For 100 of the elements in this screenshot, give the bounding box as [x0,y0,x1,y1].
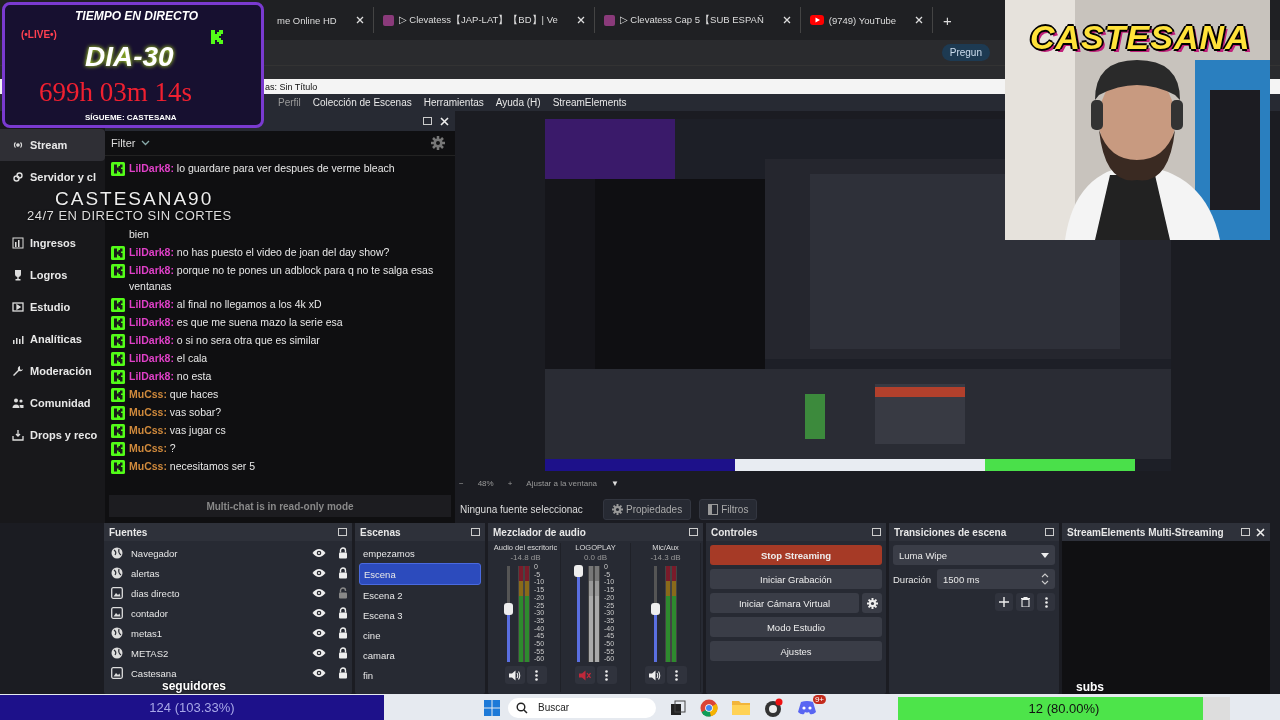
lock-icon[interactable] [338,547,348,559]
scene-item[interactable]: fin [359,665,481,685]
lock-icon[interactable] [338,607,348,619]
mute-button[interactable] [644,666,665,684]
volume-slider[interactable] [506,566,510,662]
lock-icon[interactable] [338,647,348,659]
source-item[interactable]: metas1 [108,623,348,643]
scene-item[interactable]: Escena 3 [359,605,481,625]
source-item[interactable]: contador [108,603,348,623]
fit-dropdown[interactable]: Ajustar a la ventana [526,478,598,488]
chat-app-icon[interactable] [798,700,816,715]
chat-message: MuCss: vas jugar cs [129,423,226,438]
more-button[interactable] [526,666,547,684]
scene-item[interactable]: empezamos [359,543,481,563]
add-button[interactable] [995,593,1013,611]
scene-item[interactable]: camara [359,645,481,665]
sidebar-item[interactable]: Analíticas [0,323,105,355]
eye-icon[interactable] [312,588,326,598]
scene-item[interactable]: cine [359,625,481,645]
ask-button[interactable]: Pregun [941,44,990,61]
source-item[interactable]: alertas [108,563,348,583]
new-tab-button[interactable]: + [933,11,962,29]
eye-icon[interactable] [312,608,326,618]
sidebar-item[interactable]: Drops y reco [0,419,105,451]
undock-icon[interactable] [423,117,432,125]
properties-button[interactable]: Propiedades [603,498,692,520]
sidebar-item[interactable]: Estudio [0,291,105,323]
filters-button[interactable]: Filtros [699,498,758,520]
delete-button[interactable] [1016,593,1034,611]
undock-icon[interactable] [872,528,881,536]
lock-icon[interactable] [338,567,348,579]
caret-icon[interactable]: ▼ [611,478,619,488]
image-icon [111,587,123,599]
menu-item[interactable]: Herramientas [423,97,484,108]
close-icon[interactable] [440,116,449,126]
undock-icon[interactable] [471,528,480,536]
undock-icon[interactable] [1241,528,1250,536]
volume-slider[interactable] [654,566,657,662]
control-button[interactable]: Iniciar Grabación [710,569,882,589]
volume-slider[interactable] [576,566,580,662]
close-icon[interactable] [915,16,923,24]
source-item[interactable]: dias directo [108,583,348,603]
caret-icon [1041,552,1049,558]
close-icon[interactable] [355,16,364,24]
sidebar-item[interactable]: Logros [0,259,105,291]
lock-icon[interactable] [338,667,348,679]
lock-icon[interactable] [338,627,348,639]
scene-item[interactable]: Escena 2 [359,585,481,605]
chat-message: MuCss: necesitamos ser 5 [129,459,256,474]
filter-dropdown[interactable]: Filter [111,137,151,149]
sidebar-item[interactable]: Stream [0,129,105,161]
control-button[interactable]: Modo Estudio [710,617,882,637]
source-item[interactable]: Navegador [108,543,348,563]
windows-icon[interactable] [484,699,500,716]
browser-tab[interactable]: ▷ Clevatess【JAP-LAT】【BD】| Ve [373,7,595,33]
transition-dropdown[interactable]: Luma Wipe [893,545,1055,565]
close-icon[interactable] [782,16,791,24]
settings-icon[interactable] [431,136,445,150]
browser-tab[interactable]: ▷ Clevatess Cap 5【SUB ESPAÑ [594,7,801,33]
sidebar-item[interactable]: Comunidad [0,387,105,419]
bar-chart-icon [12,237,24,249]
mute-button[interactable] [504,666,525,684]
undock-icon[interactable] [689,528,698,536]
source-item[interactable]: METAS2 [108,643,348,663]
record-app-icon[interactable] [764,697,784,718]
eye-icon[interactable] [312,648,326,658]
menu-item[interactable]: Colección de Escenas [312,97,412,108]
search-field[interactable]: Buscar [508,697,656,718]
menu-item[interactable]: Ayuda (H) [495,97,541,108]
chat-message: LilDark8: o si no sera otra que es similar [129,333,320,348]
eye-icon[interactable] [312,668,326,678]
control-button[interactable]: Ajustes [710,641,882,661]
panel-title: Transiciones de escena [894,526,1008,538]
more-button[interactable] [1037,593,1055,611]
eye-icon[interactable] [312,548,326,558]
undock-icon[interactable] [1045,528,1054,536]
zoom-in-button[interactable]: + [507,478,513,488]
control-button[interactable]: Iniciar Cámara Virtual [710,593,859,613]
window-stack-icon[interactable] [670,699,686,716]
zoom-out-button[interactable]: − [459,478,464,488]
sidebar-item[interactable]: Moderación [0,355,105,387]
sidebar-item[interactable]: Ingresos [0,227,105,259]
close-icon[interactable] [576,16,585,24]
close-icon[interactable] [1256,527,1265,537]
undock-icon[interactable] [338,528,347,536]
browser-tab[interactable]: (9749) YouTube [800,7,933,33]
more-button[interactable] [596,666,617,684]
stop-streaming-button[interactable]: Stop Streaming [710,545,882,565]
k-badge-icon [111,369,125,384]
chat-message: bien [129,227,149,242]
scene-item[interactable]: Escena [359,563,481,585]
settings-button[interactable] [862,593,882,613]
menu-item[interactable]: StreamElements [552,97,627,108]
eye-icon[interactable] [312,628,326,638]
more-button[interactable] [666,666,687,684]
duration-field[interactable]: 1500 ms [937,569,1055,589]
browser-icon[interactable] [700,698,718,717]
eye-icon[interactable] [312,568,326,578]
menu-item[interactable]: Perfil [278,97,301,108]
browser-tab[interactable]: me Online HD [268,7,374,33]
